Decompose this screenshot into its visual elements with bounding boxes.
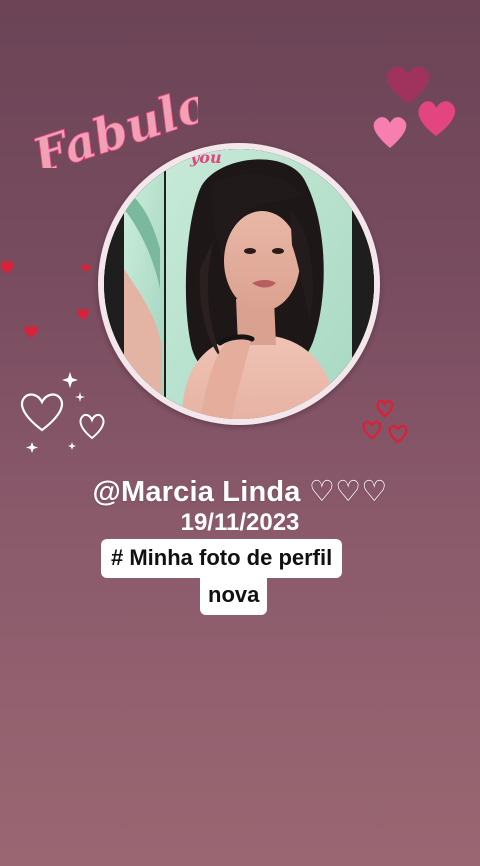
heart-outline-icon [388, 424, 408, 444]
profile-photo: you [104, 149, 374, 419]
heart-icon [81, 264, 91, 272]
profile-username: @Marcia Linda ♡♡♡ [92, 476, 388, 508]
heart-outline-icon [79, 413, 105, 440]
post-date: 19/11/2023 [180, 509, 300, 536]
hearts-cluster-right [362, 399, 408, 444]
sparkle-icon [62, 372, 78, 388]
fabulous-sticker: Fabulous [24, 58, 198, 168]
sticker-text: Fabulous [24, 58, 198, 168]
sparkle-icon [75, 392, 85, 402]
heart-outline-icon [20, 393, 64, 432]
hearts-cluster-left [0, 260, 91, 338]
caption-line-1: # Minha foto de perfil [101, 539, 343, 578]
caption-line-2: nova [200, 578, 268, 615]
heart-outline-icon [362, 420, 382, 440]
hearts-cluster-top-right [373, 66, 456, 148]
heart-icon [418, 101, 456, 136]
heart-icon [386, 66, 430, 104]
heart-outline-icon [376, 399, 394, 418]
heart-icon [77, 308, 89, 320]
heart-icon [373, 117, 407, 148]
heart-icon [0, 260, 14, 274]
sparkle-icon [26, 442, 38, 453]
sparkle-icon [68, 442, 76, 450]
outline-hearts-cluster [20, 372, 105, 453]
heart-icon [24, 325, 38, 338]
